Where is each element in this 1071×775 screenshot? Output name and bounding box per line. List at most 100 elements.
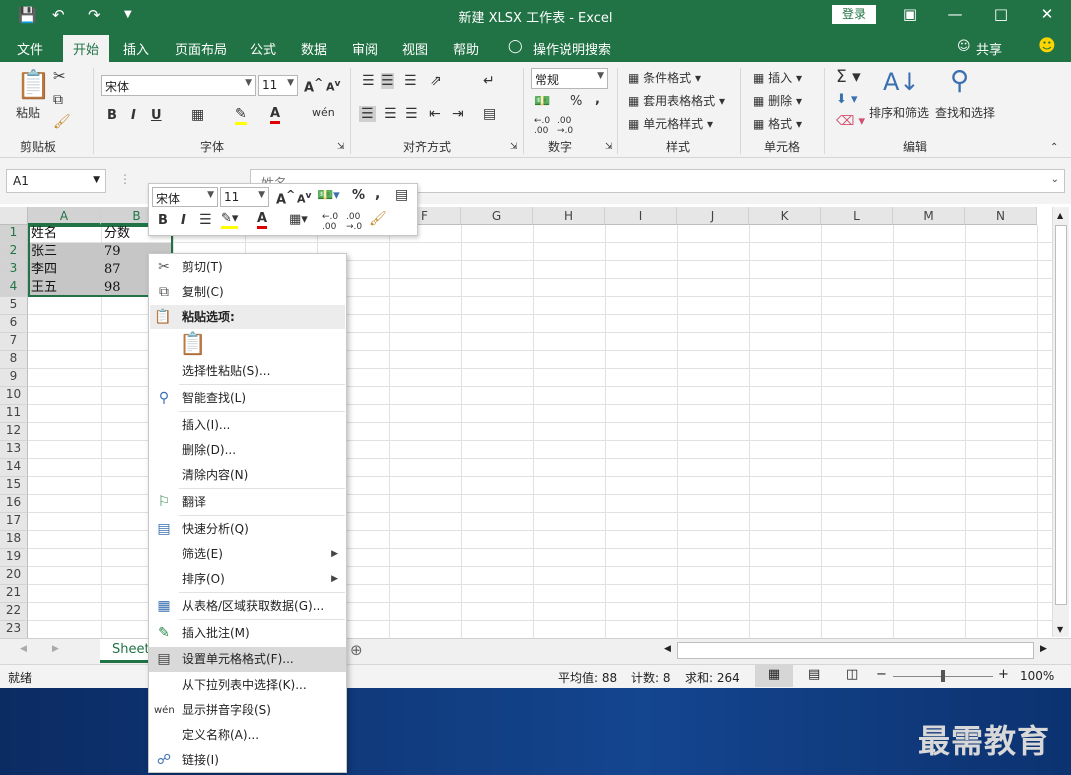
zoom-level[interactable]: 100% [1020, 669, 1054, 683]
mini-decrease-font-icon[interactable]: Av [297, 190, 311, 206]
number-dialog-launcher[interactable]: ⇲ [605, 142, 613, 152]
name-box[interactable]: A1 ▼ [6, 169, 106, 193]
row-header[interactable]: 20 [0, 567, 28, 585]
menu-translate[interactable]: ⚐ 翻译 [149, 490, 346, 515]
login-button[interactable]: 登录 [832, 5, 876, 24]
row-header[interactable]: 7 [0, 333, 28, 351]
align-left-icon[interactable]: ☰ [359, 106, 376, 122]
row-header[interactable]: 11 [0, 405, 28, 423]
tab-file[interactable]: 文件 [17, 39, 43, 58]
decrease-decimal-icon[interactable]: .00 →.0 [557, 116, 573, 136]
mini-decrease-decimal-icon[interactable]: .00 →.0 [346, 212, 362, 232]
align-center-icon[interactable]: ☰ [384, 106, 397, 122]
tab-data[interactable]: 数据 [301, 39, 327, 58]
format-table-button[interactable]: ▦ 套用表格格式 ▾ [628, 92, 725, 109]
vertical-scrollbar[interactable]: ▲ ▼ [1052, 207, 1069, 637]
mini-format-painter-icon[interactable]: 🖌 [369, 211, 387, 227]
tab-view[interactable]: 视图 [402, 39, 428, 58]
row-header[interactable]: 14 [0, 459, 28, 477]
border-icon[interactable]: ▦ [191, 107, 204, 123]
increase-indent-icon[interactable]: ⇥ [452, 106, 464, 122]
tell-me-search[interactable]: 操作说明搜索 [533, 39, 611, 58]
mini-font-combo[interactable]: 宋体 ▼ [152, 187, 218, 207]
row-header[interactable]: 19 [0, 549, 28, 567]
row-header[interactable]: 12 [0, 423, 28, 441]
mini-accounting-icon[interactable]: 💵▾ [317, 188, 340, 203]
mini-bold-icon[interactable]: B [158, 213, 168, 228]
row-header[interactable]: 17 [0, 513, 28, 531]
page-break-view-icon[interactable]: ◫ [846, 667, 858, 682]
tab-insert[interactable]: 插入 [123, 39, 149, 58]
delete-cells-button[interactable]: ▦ 删除 ▾ [753, 92, 802, 109]
smiley-icon[interactable]: ☻ [1038, 36, 1056, 56]
menu-format-cells[interactable]: ▤ 设置单元格格式(F)... [149, 647, 346, 672]
cell-b2[interactable]: 79 [101, 243, 121, 261]
tab-review[interactable]: 审阅 [352, 39, 378, 58]
mini-increase-font-icon[interactable]: A^ [276, 188, 295, 207]
cut-icon[interactable]: ✂ [53, 67, 66, 85]
decrease-font-icon[interactable]: Av [326, 78, 340, 94]
wrap-text-icon[interactable]: ↵ [483, 73, 495, 89]
cell-a1[interactable]: 姓名 [28, 225, 57, 243]
zoom-in-icon[interactable]: + [998, 667, 1009, 682]
row-header[interactable]: 1 [0, 225, 28, 243]
hscroll-right-icon[interactable]: ▶ [1040, 644, 1047, 654]
mini-increase-decimal-icon[interactable]: ←.0.00 [322, 212, 338, 232]
accounting-icon[interactable]: 💵 [534, 94, 550, 109]
add-sheet-icon[interactable]: ⊕ [350, 641, 363, 659]
phonetic-icon[interactable]: wén [312, 106, 335, 119]
cell-b4[interactable]: 98 [101, 279, 121, 297]
menu-copy[interactable]: ⧉ 复制(C) [149, 280, 346, 305]
cell-b1[interactable]: 分数 [101, 225, 130, 243]
row-header[interactable]: 16 [0, 495, 28, 513]
row-header[interactable]: 10 [0, 387, 28, 405]
menu-cut[interactable]: ✂ 剪切(T) [149, 255, 346, 280]
mini-size-combo[interactable]: 11 ▼ [220, 187, 269, 207]
row-header[interactable]: 23 [0, 621, 28, 639]
menu-insert-comment[interactable]: ✎ 插入批注(M) [149, 621, 346, 646]
autosum-icon[interactable]: Σ ▾ [836, 67, 861, 87]
percent-icon[interactable]: % [570, 94, 582, 109]
font-dialog-launcher[interactable]: ⇲ [337, 142, 345, 152]
hscroll-left-icon[interactable]: ◀ [664, 644, 671, 654]
sheet-tab-sheet1[interactable]: Sheet1 [100, 639, 158, 663]
copy-icon[interactable]: ⧉ [53, 92, 63, 108]
tab-formulas[interactable]: 公式 [250, 39, 276, 58]
menu-link[interactable]: ☍ 链接(I) [149, 748, 346, 773]
ribbon-display-icon[interactable]: ▣ [895, 5, 925, 23]
scroll-down-icon[interactable]: ▼ [1057, 625, 1063, 634]
row-header[interactable]: 6 [0, 315, 28, 333]
mini-border-icon[interactable]: ▦▾ [289, 212, 308, 227]
cell-styles-button[interactable]: ▦ 单元格样式 ▾ [628, 115, 713, 132]
horizontal-scroll-thumb[interactable] [677, 642, 1034, 659]
alignment-dialog-launcher[interactable]: ⇲ [510, 142, 518, 152]
find-select-icon[interactable]: ⚲ [950, 66, 969, 96]
align-right-icon[interactable]: ☰ [405, 106, 418, 122]
menu-smart-lookup[interactable]: ⚲ 智能查找(L) [149, 386, 346, 411]
menu-sort[interactable]: 排序(O) ▶ [149, 567, 346, 592]
tab-help[interactable]: 帮助 [453, 39, 479, 58]
mini-fill-color-icon[interactable]: ✎▾ [221, 211, 239, 229]
font-color-icon[interactable]: A [270, 106, 281, 124]
sheet-next-icon[interactable]: ▶ [52, 644, 59, 654]
menu-pick-from-list[interactable]: 从下拉列表中选择(K)... [149, 673, 346, 698]
col-header-m[interactable]: M [893, 207, 965, 225]
menu-clear-contents[interactable]: 清除内容(N) [149, 463, 346, 488]
share-button[interactable]: 共享 [976, 39, 1002, 58]
merge-center-icon[interactable]: ▤ [483, 106, 496, 122]
format-cells-button[interactable]: ▦ 格式 ▾ [753, 115, 802, 132]
mini-align-icon[interactable]: ☰ [199, 212, 212, 228]
mini-font-color-icon[interactable]: A [257, 211, 268, 229]
menu-define-name[interactable]: 定义名称(A)... [149, 723, 346, 748]
col-header-i[interactable]: I [605, 207, 677, 225]
mini-percent-icon[interactable]: % [352, 188, 365, 203]
row-header[interactable]: 18 [0, 531, 28, 549]
collapse-ribbon-icon[interactable]: ⌃ [1050, 142, 1058, 153]
number-format-combo[interactable]: 常规 ▼ [531, 68, 608, 89]
increase-decimal-icon[interactable]: ←.0.00 [534, 116, 550, 136]
col-header-g[interactable]: G [461, 207, 533, 225]
close-icon[interactable]: ✕ [1032, 5, 1062, 23]
sort-filter-icon[interactable]: A↓ [883, 68, 920, 96]
tab-home[interactable]: 开始 [63, 35, 110, 62]
col-header-h[interactable]: H [533, 207, 605, 225]
